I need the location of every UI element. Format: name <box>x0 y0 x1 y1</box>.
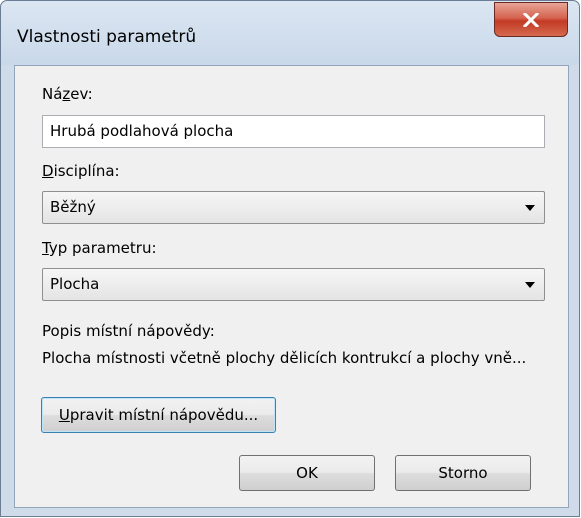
ok-button[interactable]: OK <box>239 455 375 491</box>
dialog-title: Vlastnosti parametrů <box>17 27 197 47</box>
name-label: Název: <box>42 85 93 103</box>
title-bar[interactable]: Vlastnosti parametrů <box>1 1 579 65</box>
name-label-part: ev: <box>70 85 93 103</box>
close-button[interactable] <box>494 2 568 37</box>
chevron-down-icon <box>525 282 535 288</box>
tooltip-label: Popis místní nápovědy: <box>42 322 215 340</box>
edit-tooltip-label: pravit místní nápovědu... <box>69 406 259 424</box>
close-x-icon <box>523 12 539 27</box>
discipline-label: Disciplína: <box>42 162 120 180</box>
dialog-client-area: Název: Hrubá podlahová plocha Disciplína… <box>14 65 569 508</box>
chevron-down-icon <box>525 205 535 211</box>
discipline-select[interactable]: Běžný <box>42 191 545 224</box>
param-type-label-accesskey: T <box>42 239 49 257</box>
param-type-label: Typ parametru: <box>42 239 157 257</box>
cancel-button[interactable]: Storno <box>395 455 531 491</box>
edit-tooltip-accesskey: U <box>58 406 70 424</box>
discipline-select-value: Běžný <box>50 198 96 216</box>
param-type-select[interactable]: Plocha <box>42 268 545 301</box>
discipline-label-part: isciplína: <box>53 162 120 180</box>
ok-button-label: OK <box>296 464 318 482</box>
name-input[interactable]: Hrubá podlahová plocha <box>42 115 545 148</box>
param-type-select-value: Plocha <box>50 275 100 293</box>
dialog-window: Vlastnosti parametrů Název: Hrubá podlah… <box>0 0 580 517</box>
param-type-label-part: yp parametru: <box>48 239 157 257</box>
name-input-value: Hrubá podlahová plocha <box>50 122 234 140</box>
name-label-part: Ná <box>42 85 63 103</box>
cancel-button-label: Storno <box>438 464 488 482</box>
tooltip-text: Plocha místnosti včetně plochy dělicích … <box>42 349 527 367</box>
edit-tooltip-button[interactable]: Upravit místní nápovědu... <box>41 397 276 433</box>
discipline-label-accesskey: D <box>42 162 54 180</box>
